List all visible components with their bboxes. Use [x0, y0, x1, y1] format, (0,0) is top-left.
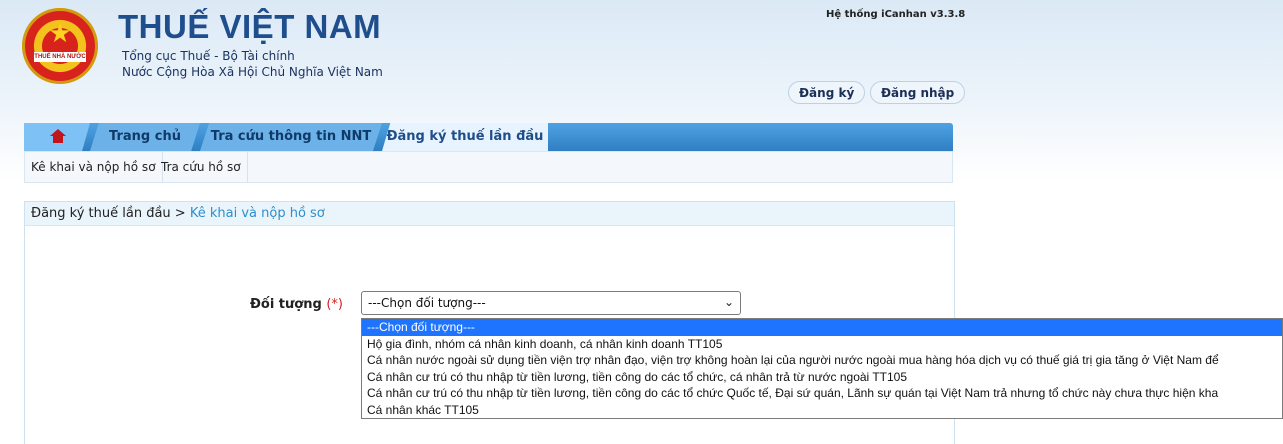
- subnav-ke-khai-va-nop-ho-so[interactable]: Kê khai và nộp hồ sơ: [25, 152, 163, 182]
- home-icon: [50, 129, 66, 143]
- site-subtitle-1: Tổng cục Thuế - Bộ Tài chính: [122, 49, 295, 63]
- dropdown-option[interactable]: Cá nhân nước ngoài sử dụng tiền viện trợ…: [362, 352, 1282, 369]
- star-icon: ★: [48, 19, 72, 49]
- site-title: THUẾ VIỆT NAM: [118, 8, 382, 45]
- system-version: Hệ thống iCanhan v3.3.8: [826, 9, 966, 20]
- site-subtitle-2: Nước Cộng Hòa Xã Hội Chủ Nghĩa Việt Nam: [122, 65, 383, 79]
- dropdown-option[interactable]: Hộ gia đình, nhóm cá nhân kinh doanh, cá…: [362, 336, 1282, 353]
- dropdown-option[interactable]: Cá nhân cư trú có thu nhập từ tiền lương…: [362, 385, 1282, 402]
- breadcrumb: Đăng ký thuế lần đầu > Kê khai và nộp hồ…: [25, 202, 954, 226]
- subject-select[interactable]: ---Chọn đối tượng--- ⌄: [361, 291, 741, 315]
- subnav-tra-cuu-ho-so[interactable]: Tra cứu hồ sơ: [155, 152, 248, 182]
- dropdown-option[interactable]: Cá nhân cư trú có thu nhập từ tiền lương…: [362, 369, 1282, 386]
- subject-label: Đối tượng (*): [250, 297, 343, 312]
- tab-dang-ky-thue-lan-dau[interactable]: Đăng ký thuế lần đầu: [382, 123, 548, 151]
- breadcrumb-prefix: Đăng ký thuế lần đầu >: [31, 206, 186, 221]
- subject-label-text: Đối tượng: [250, 297, 322, 312]
- tax-logo: ★ THUẾ NHÀ NƯỚC: [22, 8, 98, 84]
- home-tab[interactable]: [24, 123, 90, 151]
- dropdown-option[interactable]: ---Chọn đối tượng---: [362, 319, 1282, 336]
- breadcrumb-current: Kê khai và nộp hồ sơ: [189, 206, 325, 221]
- required-marker: (*): [326, 297, 343, 312]
- subject-dropdown: ---Chọn đối tượng--- Hộ gia đình, nhóm c…: [361, 318, 1283, 419]
- register-button[interactable]: Đăng ký: [788, 81, 866, 104]
- main-navigation: Trang chủ Tra cứu thông tin NNT Đăng ký …: [24, 123, 953, 151]
- tab-tra-cuu-thong-tin-nnt[interactable]: Tra cứu thông tin NNT: [200, 123, 382, 151]
- sub-navigation: Kê khai và nộp hồ sơ Tra cứu hồ sơ: [24, 151, 953, 183]
- chevron-down-icon: ⌄: [724, 295, 735, 309]
- subject-select-value: ---Chọn đối tượng---: [368, 296, 486, 310]
- tab-trang-chu[interactable]: Trang chủ: [90, 123, 200, 151]
- logo-text: THUẾ NHÀ NƯỚC: [34, 52, 86, 62]
- dropdown-option[interactable]: Cá nhân khác TT105: [362, 402, 1282, 418]
- login-button[interactable]: Đăng nhập: [870, 81, 966, 104]
